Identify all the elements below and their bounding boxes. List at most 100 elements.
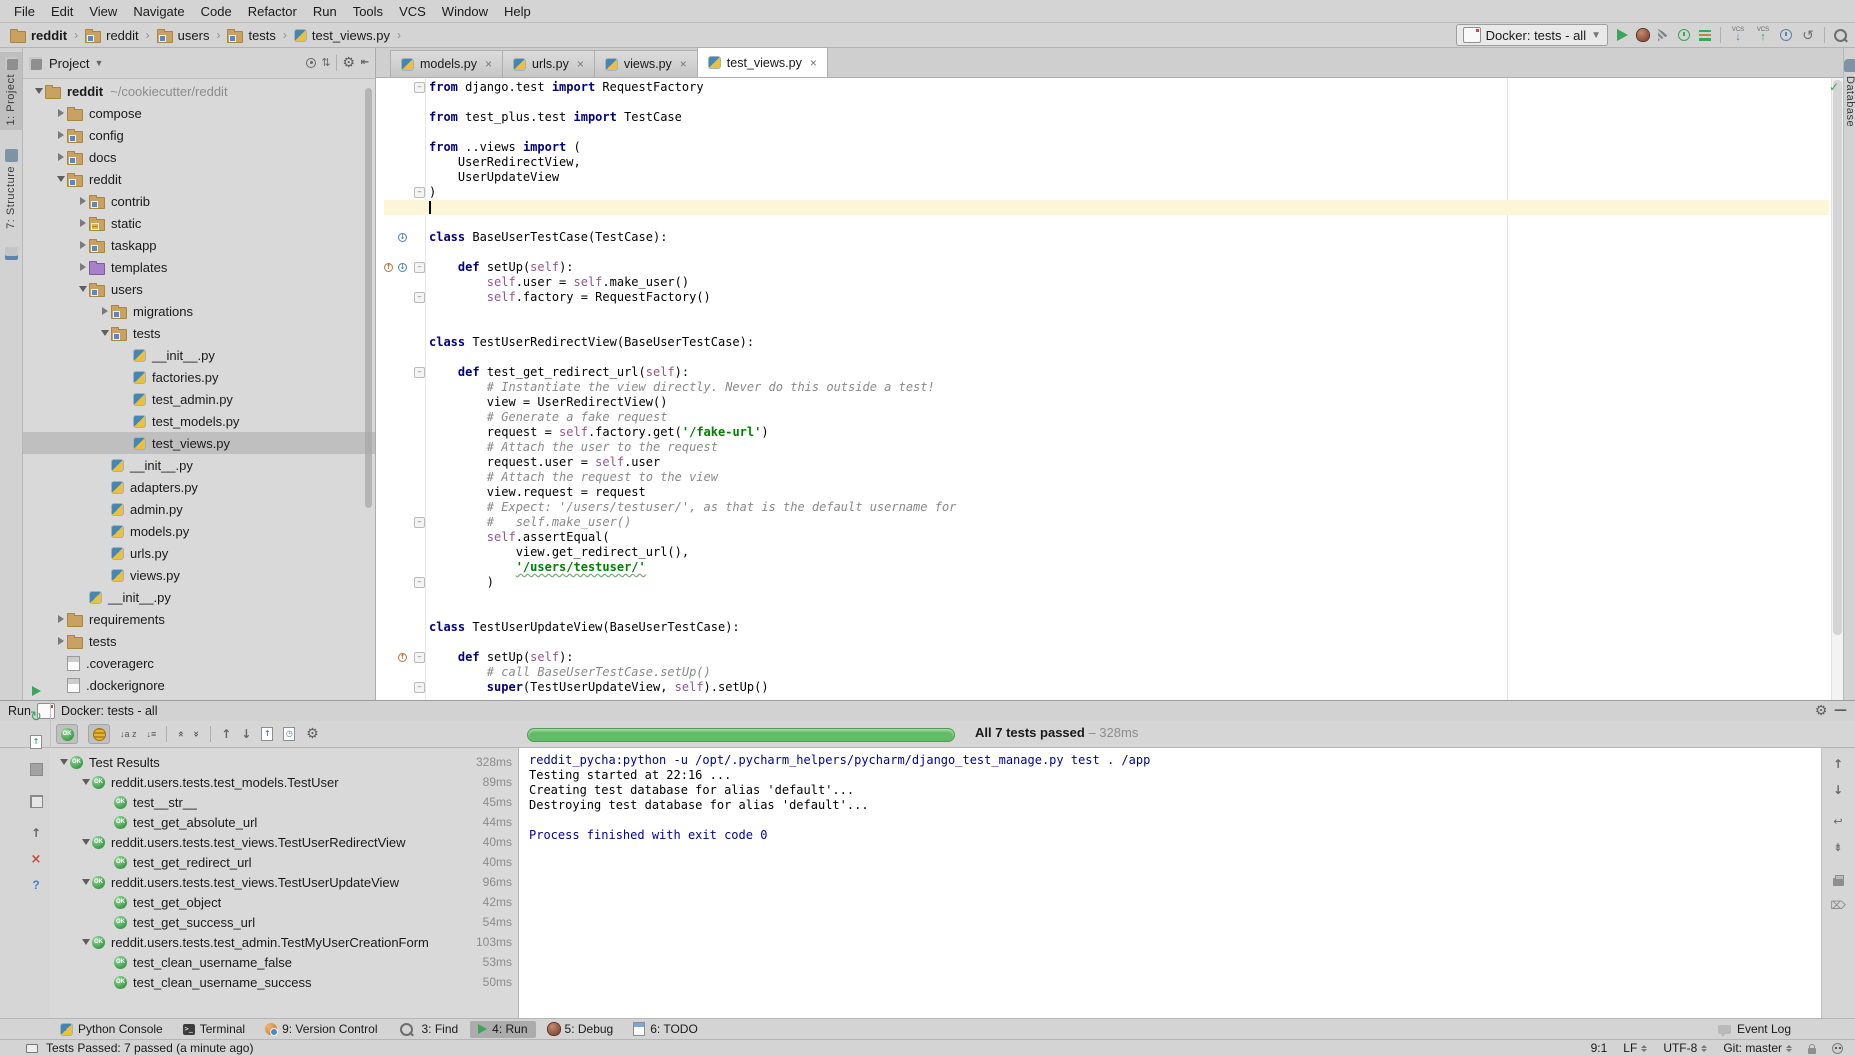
tab-test_views-py[interactable]: test_views.py×: [697, 47, 828, 77]
toolwindow-button-todo[interactable]: 6: TODO: [625, 1021, 706, 1038]
toolwindow-button-run[interactable]: 4: Run: [470, 1021, 535, 1038]
test-row-reddit-users-tests-test_views-TestUserUp[interactable]: reddit.users.tests.test_views.TestUserUp…: [50, 872, 518, 892]
fold-marker-icon[interactable]: −: [414, 517, 425, 528]
breadcrumb-item-test_views-py[interactable]: test_views.py: [292, 27, 392, 44]
debug-button[interactable]: [1637, 29, 1649, 41]
stop-button[interactable]: [25, 759, 47, 779]
chevron-down-icon[interactable]: ▼: [94, 58, 103, 68]
tab-views-py[interactable]: views.py×: [594, 50, 698, 77]
menu-file[interactable]: File: [6, 2, 43, 21]
collapse-all-button[interactable]: ⇅: [321, 57, 330, 69]
local-history-button[interactable]: [1780, 29, 1792, 41]
print-button[interactable]: [1827, 870, 1849, 890]
collapse-arrow-icon[interactable]: [80, 879, 92, 885]
tree-item-reddit[interactable]: reddit: [23, 168, 375, 190]
fold-marker-icon[interactable]: −: [414, 367, 425, 378]
fold-marker-icon[interactable]: −: [414, 292, 425, 303]
tab-urls-py[interactable]: urls.py×: [502, 50, 595, 77]
test-row-reddit-users-tests-test_models-TestUser[interactable]: reddit.users.tests.test_models.TestUser8…: [50, 772, 518, 792]
tree-item-factories-py[interactable]: factories.py: [23, 366, 375, 388]
scroll-to-end-button[interactable]: ⇟: [1827, 838, 1849, 858]
event-log-button[interactable]: Event Log: [1737, 1022, 1791, 1036]
toolwindow-button-python-console[interactable]: Python Console: [52, 1021, 171, 1038]
test-row-reddit-users-tests-test_views-TestUserRe[interactable]: reddit.users.tests.test_views.TestUserRe…: [50, 832, 518, 852]
restore-layout-button[interactable]: [25, 791, 47, 811]
code-editor[interactable]: from django.test import RequestFactoryfr…: [376, 78, 1843, 700]
tree-item-taskapp[interactable]: taskapp: [23, 234, 375, 256]
menu-code[interactable]: Code: [193, 2, 240, 21]
clear-all-button[interactable]: ⌦: [1827, 896, 1849, 916]
test-row-test_get_absolute_url[interactable]: test_get_absolute_url44ms: [50, 812, 518, 832]
vcs-branch-widget[interactable]: Git: master: [1723, 1041, 1792, 1055]
collapse-arrow-icon[interactable]: [99, 330, 111, 336]
sidebar-item-project[interactable]: 1: Project: [0, 52, 22, 130]
breadcrumb-item-tests[interactable]: tests: [225, 27, 277, 44]
menu-tools[interactable]: Tools: [345, 2, 391, 21]
menu-vcs[interactable]: VCS: [391, 2, 434, 21]
tree-item-reddit[interactable]: reddit ~/cookiecutter/reddit: [23, 80, 375, 102]
fold-marker-icon[interactable]: −: [414, 652, 425, 663]
expand-arrow-icon[interactable]: [55, 131, 67, 139]
tree-item-__init__-py[interactable]: __init__.py: [23, 344, 375, 366]
previous-failed-test-button[interactable]: ↑: [221, 728, 231, 741]
tree-item-__init__-py[interactable]: __init__.py: [23, 586, 375, 608]
menu-edit[interactable]: Edit: [43, 2, 81, 21]
tree-item--dockerignore[interactable]: .dockerignore: [23, 674, 375, 696]
menu-window[interactable]: Window: [434, 2, 496, 21]
menu-run[interactable]: Run: [305, 2, 345, 21]
run-configuration-select[interactable]: Docker: tests - all ▼: [1456, 24, 1608, 46]
hide-panel-button[interactable]: ⇤: [361, 57, 369, 69]
line-ending-widget[interactable]: LF: [1623, 1041, 1647, 1055]
tree-item-templates[interactable]: templates: [23, 256, 375, 278]
import-test-results-button[interactable]: ↑: [261, 727, 273, 741]
tree-item-tests[interactable]: tests: [23, 322, 375, 344]
tree-item-__init__-py[interactable]: __init__.py: [23, 454, 375, 476]
breadcrumb-item-users[interactable]: users: [155, 27, 212, 44]
test-history-button[interactable]: ◷: [283, 727, 295, 741]
test-row-Test-Results[interactable]: Test Results328ms: [50, 752, 518, 772]
tree-item-models-py[interactable]: models.py: [23, 520, 375, 542]
profiler-button[interactable]: [1678, 29, 1690, 41]
vcs-commit-button[interactable]: VCS↑: [1755, 28, 1771, 42]
tree-item-tests[interactable]: tests: [23, 630, 375, 652]
tree-item-test_models-py[interactable]: test_models.py: [23, 410, 375, 432]
vcs-update-button[interactable]: VCS↓: [1730, 28, 1746, 42]
rerun-failed-tests-button[interactable]: ↻: [25, 706, 47, 726]
test-row-test_get_redirect_url[interactable]: test_get_redirect_url40ms: [50, 852, 518, 872]
show-passed-toggle[interactable]: [56, 724, 78, 744]
collapse-arrow-icon[interactable]: [33, 88, 45, 94]
expand-arrow-icon[interactable]: [77, 263, 89, 271]
toolwindow-button-version-control[interactable]: 9: Version Control: [257, 1021, 385, 1038]
test-row-test_get_success_url[interactable]: test_get_success_url54ms: [50, 912, 518, 932]
test-row-reddit-users-tests-test_admin-TestMyUser[interactable]: reddit.users.tests.test_admin.TestMyUser…: [50, 932, 518, 952]
close-tab-icon[interactable]: ×: [485, 57, 492, 71]
tree-item-requirements[interactable]: requirements: [23, 608, 375, 630]
tree-item-adapters-py[interactable]: adapters.py: [23, 476, 375, 498]
fold-marker-icon[interactable]: −: [414, 82, 425, 93]
expand-arrow-icon[interactable]: [55, 153, 67, 161]
collapse-arrow-icon[interactable]: [77, 286, 89, 292]
run-button[interactable]: [1617, 29, 1628, 41]
collapse-arrow-icon[interactable]: [80, 839, 92, 845]
tree-item-admin-py[interactable]: admin.py: [23, 498, 375, 520]
run-settings-button[interactable]: ⚙: [1814, 704, 1828, 718]
search-everywhere-button[interactable]: [1834, 29, 1847, 42]
fold-marker-icon[interactable]: −: [414, 187, 425, 198]
tree-item-views-py[interactable]: views.py: [23, 564, 375, 586]
inspections-ok-icon[interactable]: ✓: [1829, 81, 1839, 93]
next-failed-test-button[interactable]: ↓: [241, 728, 251, 741]
toolwindow-button-find[interactable]: 3: Find: [389, 1021, 466, 1038]
collapse-arrow-icon[interactable]: [80, 779, 92, 785]
breadcrumb-item-reddit[interactable]: reddit: [8, 27, 69, 44]
breadcrumb-item-reddit[interactable]: reddit: [83, 27, 141, 44]
tree-item-test_admin-py[interactable]: test_admin.py: [23, 388, 375, 410]
tree-item-contrib[interactable]: contrib: [23, 190, 375, 212]
test-row-test_get_object[interactable]: test_get_object42ms: [50, 892, 518, 912]
collapse-arrow-icon[interactable]: [55, 176, 67, 182]
fold-marker-icon[interactable]: −: [414, 682, 425, 693]
expand-arrow-icon[interactable]: [55, 109, 67, 117]
tree-item-migrations[interactable]: migrations: [23, 300, 375, 322]
expand-arrow-icon[interactable]: [55, 637, 67, 645]
fold-marker-icon[interactable]: −: [414, 262, 425, 273]
expand-arrow-icon[interactable]: [55, 615, 67, 623]
